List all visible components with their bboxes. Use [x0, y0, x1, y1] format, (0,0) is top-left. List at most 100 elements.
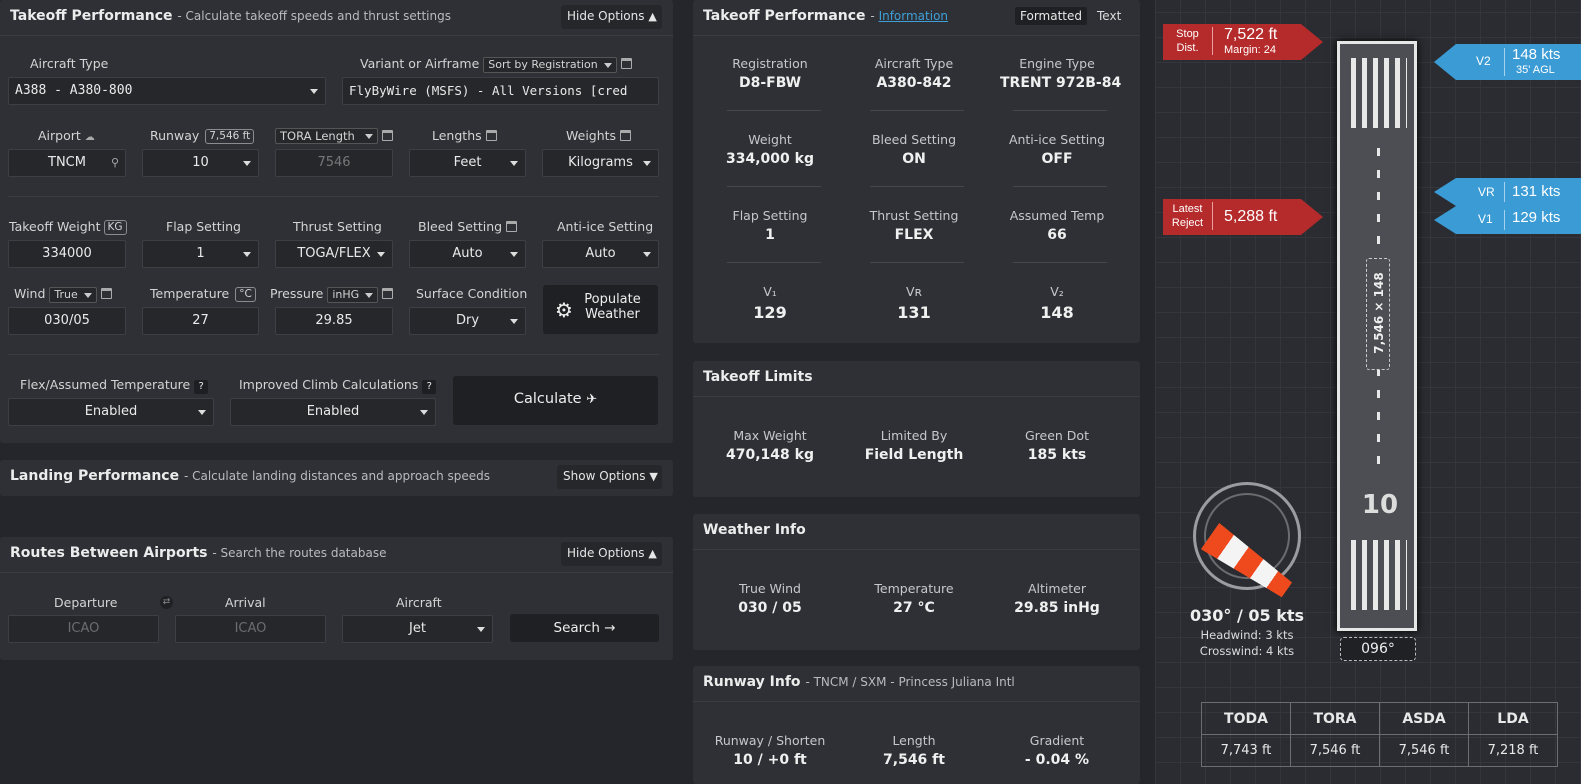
- calendar-icon[interactable]: [506, 221, 518, 232]
- surface-value: Dry: [455, 313, 480, 328]
- length-cell: Length 7,546 ft: [857, 733, 971, 768]
- tab-formatted[interactable]: Formatted: [1015, 7, 1087, 25]
- shorten-label: Runway / Shorten: [714, 733, 826, 748]
- celsius-tag: °C: [235, 287, 256, 302]
- temperature-input[interactable]: 27: [142, 307, 259, 335]
- divider: [1013, 262, 1107, 263]
- variant-select[interactable]: FlyByWire (MSFS) - All Versions [cred: [342, 77, 659, 105]
- bleed-label: Bleed Setting: [871, 132, 957, 147]
- hide-options-button[interactable]: Hide Options ▲: [561, 542, 662, 566]
- calculate-label: Calculate: [513, 391, 582, 407]
- hide-options-button[interactable]: Hide Options ▲: [561, 5, 662, 29]
- takeoff-form-panel: Takeoff Performance - Calculate takeoff …: [0, 0, 673, 443]
- takeoff-form-header: Takeoff Performance - Calculate takeoff …: [0, 0, 673, 36]
- routes-title: Routes Between Airports - Search the rou…: [10, 545, 386, 561]
- flex-value: Enabled: [84, 404, 138, 419]
- landing-panel: Landing Performance - Calculate landing …: [0, 460, 673, 496]
- registration-value: D8-FBW: [738, 75, 802, 91]
- improved-climb-select[interactable]: Enabled: [230, 398, 436, 426]
- swap-icon[interactable]: ⇄: [160, 596, 173, 609]
- show-options-button[interactable]: Show Options ▼: [557, 465, 662, 489]
- tora-input[interactable]: 7546: [275, 149, 393, 177]
- flex-select[interactable]: Enabled: [8, 398, 214, 426]
- gear-icon: ⚙: [555, 298, 573, 322]
- tora-select[interactable]: TORA Length: [275, 128, 378, 144]
- v1-tag: V1: [1478, 212, 1493, 226]
- calculate-button[interactable]: Calculate ✈: [453, 376, 658, 425]
- calendar-icon[interactable]: [100, 288, 112, 299]
- aircraft-type-select[interactable]: A388 - A380-800: [8, 77, 326, 105]
- thrust-select[interactable]: TOGA/FLEX: [275, 240, 393, 268]
- routes-panel: Routes Between Airports - Search the rou…: [0, 537, 673, 660]
- subtitle-text: - Search the routes database: [212, 546, 387, 560]
- search-button[interactable]: Search →: [510, 614, 659, 642]
- runway-select[interactable]: 10: [142, 149, 259, 177]
- antiice-select[interactable]: Auto: [542, 240, 659, 268]
- bleed-select[interactable]: Auto: [409, 240, 526, 268]
- limits-header: Takeoff Limits: [693, 361, 1140, 397]
- v2-arrow: [1434, 44, 1456, 80]
- airport-input[interactable]: TNCM ⚲: [8, 149, 126, 177]
- bleed-value: Auto: [452, 246, 483, 261]
- registration-cell: Registration D8-FBW: [713, 56, 827, 91]
- takeoff-weight-input[interactable]: 334000: [8, 240, 126, 268]
- chevron-down-icon: [243, 252, 251, 257]
- flap-select[interactable]: 1: [142, 240, 259, 268]
- length-value: 7,546 ft: [883, 752, 945, 768]
- pressure-input[interactable]: 29.85: [275, 307, 393, 335]
- search-icon[interactable]: ⚲: [111, 150, 119, 176]
- aircraft-type-label: Aircraft Type: [30, 56, 109, 71]
- runway-number: 10: [1361, 490, 1399, 520]
- surface-label: Surface Condition: [416, 286, 528, 301]
- chevron-down-icon: [510, 319, 518, 324]
- pressure-value: 29.85: [315, 313, 353, 328]
- information-link[interactable]: Information: [879, 9, 948, 23]
- sort-select[interactable]: Sort by Registration: [483, 57, 617, 73]
- subtitle-text: - TNCM / SXM - Princess Juliana Intl: [805, 675, 1015, 689]
- aircraft-select[interactable]: Jet: [342, 615, 493, 643]
- divider: [870, 110, 964, 111]
- v2-divider: [1504, 48, 1505, 76]
- flap-value: 1: [196, 246, 205, 261]
- arrow-right-icon: →: [604, 620, 616, 636]
- weather-temp-label: Temperature: [874, 581, 954, 596]
- antiice-label: Anti-ice Setting: [557, 219, 654, 234]
- calendar-icon[interactable]: [382, 288, 394, 299]
- thrust-value: TOGA/FLEX: [297, 246, 371, 261]
- latest-reject-callout: Latest Reject 5,288 ft: [1163, 199, 1301, 235]
- v2-tag: V2: [1476, 54, 1491, 68]
- divider: [870, 186, 964, 187]
- divider: [1013, 186, 1107, 187]
- limited-by-value: Field Length: [864, 447, 964, 463]
- wind-input[interactable]: 030/05: [8, 307, 126, 335]
- arrival-input[interactable]: ICAO: [175, 615, 326, 643]
- search-label: Search: [553, 620, 600, 636]
- thrust-label: Thrust Setting: [869, 208, 959, 223]
- help-icon[interactable]: ?: [422, 380, 437, 394]
- calendar-icon[interactable]: [620, 130, 632, 141]
- vr-arrow: [1434, 178, 1456, 206]
- populate-weather-button[interactable]: ⚙ Populate Weather: [543, 285, 658, 334]
- wind-mode-select[interactable]: True: [49, 287, 97, 303]
- help-icon[interactable]: ?: [194, 380, 209, 394]
- hide-options-label: Hide Options: [567, 546, 645, 560]
- max-weight-value: 470,148 kg: [726, 447, 814, 463]
- weights-select[interactable]: Kilograms: [542, 149, 659, 177]
- subtitle-text: - Calculate takeoff speeds and thrust se…: [177, 9, 451, 23]
- departure-input[interactable]: ICAO: [8, 615, 159, 643]
- limited-by-cell: Limited By Field Length: [857, 428, 971, 463]
- airport-label: Airport ☁: [38, 128, 95, 143]
- flex-label-text: Flex/Assumed Temperature: [20, 377, 191, 392]
- weather-header: Weather Info: [693, 514, 1140, 550]
- tab-text[interactable]: Text: [1097, 9, 1121, 23]
- lengths-value: Feet: [453, 155, 482, 170]
- flap-label: Flap Setting: [166, 219, 241, 234]
- runway-label: Runway 7,546 ft: [150, 128, 255, 144]
- calendar-icon[interactable]: [381, 130, 393, 141]
- pressure-unit-select[interactable]: inHG: [327, 287, 379, 303]
- surface-select[interactable]: Dry: [409, 307, 526, 335]
- bleed-label-text: Bleed Setting: [418, 219, 503, 234]
- calendar-icon[interactable]: [485, 130, 497, 141]
- calendar-icon[interactable]: [620, 58, 632, 69]
- lengths-select[interactable]: Feet: [409, 149, 526, 177]
